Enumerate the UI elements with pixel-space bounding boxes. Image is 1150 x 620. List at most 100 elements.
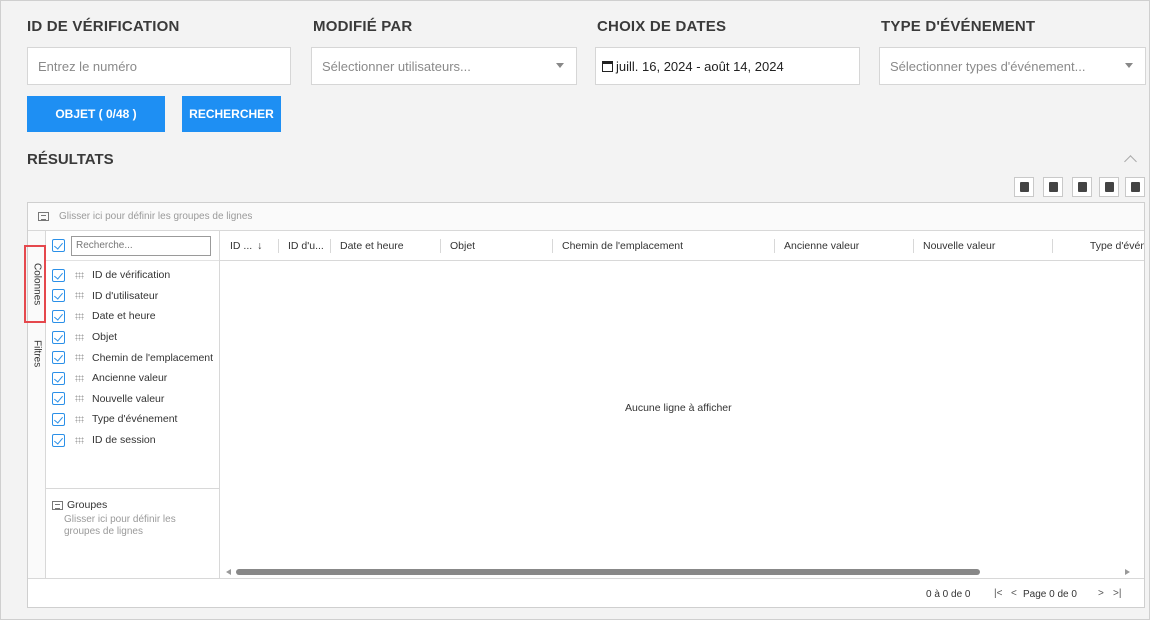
column-checkbox[interactable] (52, 309, 65, 323)
header-label: Chemin de l'emplacement (562, 240, 684, 252)
groups-title: Groupes (67, 499, 108, 511)
column-headers: ID ... ↓ ID d'u... Date et heure Objet C… (220, 231, 1144, 261)
header-date-time[interactable]: Date et heure (330, 231, 440, 260)
scroll-right-icon[interactable] (1125, 569, 1130, 575)
modified-by-placeholder: Sélectionner utilisateurs... (322, 58, 471, 74)
header-label: Objet (450, 240, 476, 252)
column-checkbox[interactable] (52, 330, 65, 344)
header-new-value[interactable]: Nouvelle valeur (913, 231, 1052, 260)
header-event-type[interactable]: Type d'événe (1052, 231, 1144, 260)
event-type-placeholder: Sélectionner types d'événement... (890, 58, 1086, 74)
select-all-checkbox[interactable] (52, 239, 65, 252)
column-item[interactable]: ID d'utilisateur (46, 286, 219, 307)
restore-layout-button[interactable] (1099, 177, 1119, 197)
drag-handle-icon[interactable] (75, 436, 84, 444)
modified-by-label: MODIFIÉ PAR (313, 18, 413, 35)
drag-handle-icon[interactable] (75, 333, 84, 341)
column-checkbox[interactable] (52, 268, 65, 282)
collapse-icon[interactable] (1124, 155, 1137, 168)
header-user-id[interactable]: ID d'u... (278, 231, 330, 260)
verification-id-label: ID DE VÉRIFICATION (27, 18, 180, 35)
header-label: Date et heure (340, 240, 404, 252)
column-search-input[interactable]: Recherche... (71, 235, 211, 256)
drag-handle-icon[interactable] (75, 312, 84, 320)
scrollbar-thumb[interactable] (236, 569, 980, 575)
search-button[interactable]: RECHERCHER (182, 96, 281, 132)
header-verification-id[interactable]: ID ... ↓ (220, 231, 278, 260)
date-choice-label: CHOIX DE DATES (597, 18, 727, 35)
column-item[interactable]: Objet (46, 327, 219, 348)
drag-handle-icon[interactable] (75, 415, 84, 423)
side-tabs: Colonnes Filtres (24, 231, 46, 578)
chevron-down-icon (556, 63, 564, 68)
calendar-icon (602, 60, 613, 72)
object-button[interactable]: OBJET ( 0/48 ) (27, 96, 165, 132)
column-item-label: Objet (92, 331, 118, 344)
drag-handle-icon[interactable] (75, 374, 84, 382)
column-item[interactable]: Chemin de l'emplacement (46, 347, 219, 368)
excel-icon (1019, 182, 1029, 192)
modified-by-select[interactable]: Sélectionner utilisateurs... (311, 47, 577, 85)
column-item-label: ID de session (92, 434, 156, 447)
empty-message: Aucune ligne à afficher (625, 402, 732, 414)
copy-layout-button[interactable] (1125, 177, 1145, 197)
header-object[interactable]: Objet (440, 231, 552, 260)
header-label: ID d'u... (288, 240, 324, 252)
date-range-value: juill. 16, 2024 - août 14, 2024 (616, 58, 784, 74)
column-checkbox[interactable] (52, 392, 65, 406)
column-item[interactable]: Nouvelle valeur (46, 389, 219, 410)
scroll-left-icon[interactable] (226, 569, 231, 575)
layers-icon (1104, 182, 1114, 192)
header-label: Type d'événe (1089, 240, 1144, 252)
header-label: Nouvelle valeur (923, 240, 996, 252)
columns-panel-header: Recherche... (46, 231, 219, 261)
row-count: 0 à 0 de 0 (926, 589, 971, 600)
page-indicator: Page 0 de 0 (1023, 589, 1077, 600)
column-checkbox[interactable] (52, 351, 65, 365)
column-checkbox[interactable] (52, 289, 65, 303)
column-item[interactable]: Date et heure (46, 306, 219, 327)
row-groups-dropzone[interactable]: Groupes Glisser ici pour définir les gro… (46, 488, 219, 578)
drag-handle-icon[interactable] (75, 354, 84, 362)
verification-id-input[interactable]: Entrez le numéro (27, 47, 291, 85)
prev-page-button[interactable]: < (1011, 588, 1017, 599)
drag-handle-icon[interactable] (75, 271, 84, 279)
date-range-picker[interactable]: juill. 16, 2024 - août 14, 2024 (595, 47, 860, 85)
header-location-path[interactable]: Chemin de l'emplacement (552, 231, 774, 260)
event-type-label: TYPE D'ÉVÉNEMENT (881, 18, 1036, 35)
column-checkbox[interactable] (52, 371, 65, 385)
groups-hint: Glisser ici pour définir les groupes de … (64, 514, 176, 537)
results-grid: Glisser ici pour définir les groupes de … (24, 202, 1145, 608)
column-search-placeholder: Recherche... (76, 240, 133, 251)
first-page-button[interactable]: |< (994, 588, 1002, 599)
chevron-down-icon (1125, 63, 1133, 68)
column-item-label: Nouvelle valeur (92, 392, 165, 405)
horizontal-scrollbar[interactable] (220, 566, 1144, 578)
save-layout-button[interactable] (1072, 177, 1092, 197)
last-page-button[interactable]: >| (1113, 588, 1121, 599)
sort-desc-icon: ↓ (257, 240, 263, 252)
header-old-value[interactable]: Ancienne valeur (774, 231, 913, 260)
column-checkbox[interactable] (52, 433, 65, 447)
pagination-bar: 0 à 0 de 0 |< < Page 0 de 0 > >| (28, 578, 1144, 608)
drag-handle-icon[interactable] (75, 395, 84, 403)
columns-tool-panel: Recherche... ID de vérification ID d'uti… (46, 231, 220, 578)
column-item[interactable]: Ancienne valeur (46, 368, 219, 389)
column-item[interactable]: ID de session (46, 430, 219, 451)
next-page-button[interactable]: > (1098, 588, 1104, 599)
group-icon (52, 500, 63, 510)
column-list: ID de vérification ID d'utilisateur Date… (46, 261, 219, 450)
drag-handle-icon[interactable] (75, 292, 84, 300)
header-label: ID ... (230, 240, 253, 252)
header-label: Ancienne valeur (784, 240, 860, 252)
export-excel-button[interactable] (1014, 177, 1034, 197)
column-checkbox[interactable] (52, 412, 65, 426)
verification-id-placeholder: Entrez le numéro (38, 58, 137, 74)
column-item-label: ID de vérification (92, 269, 171, 282)
row-group-dropzone[interactable]: Glisser ici pour définir les groupes de … (28, 203, 1144, 231)
tab-filters[interactable]: Filtres (28, 331, 46, 377)
column-item[interactable]: ID de vérification (46, 265, 219, 286)
event-type-select[interactable]: Sélectionner types d'événement... (879, 47, 1146, 85)
column-item[interactable]: Type d'événement (46, 409, 219, 430)
export-csv-button[interactable] (1043, 177, 1063, 197)
